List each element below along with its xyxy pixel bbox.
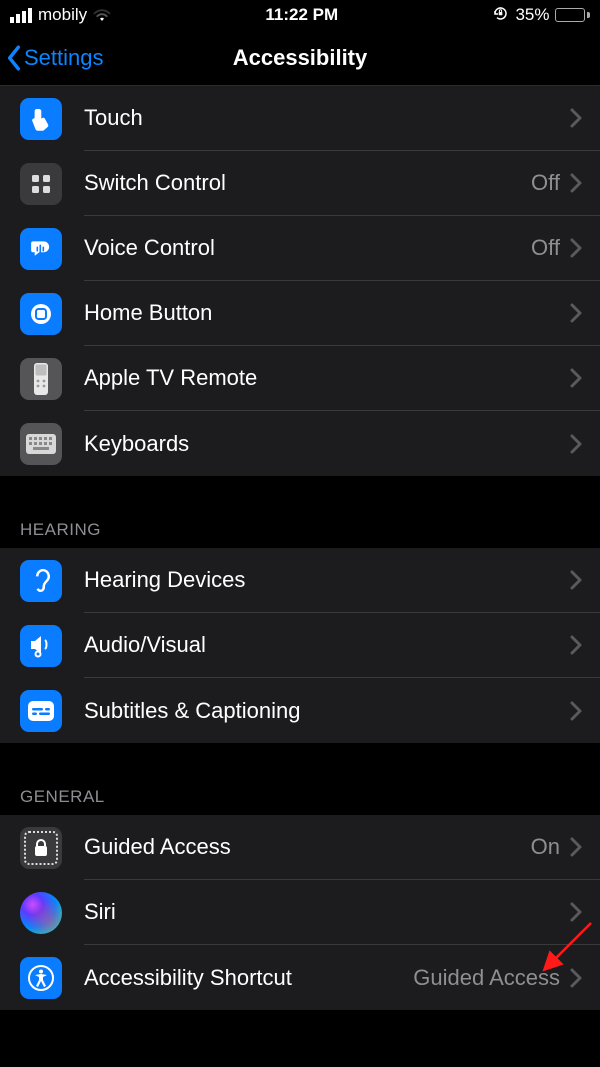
section-hearing: HEARING Hearing Devices Au — [0, 510, 600, 743]
row-label: Voice Control — [84, 235, 531, 261]
voice-control-icon — [20, 228, 62, 270]
chevron-right-icon — [570, 902, 582, 922]
row-guided-access[interactable]: Guided Access On — [0, 815, 600, 880]
row-label: Home Button — [84, 300, 570, 326]
battery-percent: 35% — [515, 5, 549, 25]
row-subtitles-captioning[interactable]: Subtitles & Captioning — [0, 678, 600, 743]
row-value: Off — [531, 235, 560, 261]
chevron-right-icon — [570, 173, 582, 193]
hearing-devices-icon — [20, 560, 62, 602]
row-voice-control[interactable]: Voice Control Off — [0, 216, 600, 281]
apple-tv-remote-icon — [20, 358, 62, 400]
chevron-right-icon — [570, 701, 582, 721]
row-touch[interactable]: Touch — [0, 86, 600, 151]
row-apple-tv-remote[interactable]: Apple TV Remote — [0, 346, 600, 411]
nav-bar: Settings Accessibility — [0, 30, 600, 86]
touch-icon — [20, 98, 62, 140]
row-label: Hearing Devices — [84, 567, 570, 593]
row-value: Guided Access — [413, 965, 560, 991]
row-label: Audio/Visual — [84, 632, 570, 658]
status-left: mobily — [10, 5, 111, 25]
row-label: Touch — [84, 105, 570, 131]
carrier-label: mobily — [38, 5, 87, 25]
chevron-right-icon — [570, 570, 582, 590]
chevron-right-icon — [570, 303, 582, 323]
row-value: Off — [531, 170, 560, 196]
guided-access-icon — [20, 827, 62, 869]
keyboards-icon — [20, 423, 62, 465]
signal-icon — [10, 8, 32, 23]
siri-icon — [20, 892, 62, 934]
home-button-icon — [20, 293, 62, 335]
row-label: Keyboards — [84, 431, 570, 457]
chevron-right-icon — [570, 635, 582, 655]
status-time: 11:22 PM — [265, 5, 338, 25]
chevron-right-icon — [570, 368, 582, 388]
row-audio-visual[interactable]: Audio/Visual — [0, 613, 600, 678]
status-right: 35% — [492, 5, 590, 26]
row-label: Subtitles & Captioning — [84, 698, 570, 724]
list-group: Hearing Devices Audio/Visual — [0, 548, 600, 743]
row-hearing-devices[interactable]: Hearing Devices — [0, 548, 600, 613]
section-physical-motor: Touch Switch Control Off — [0, 86, 600, 476]
battery-icon — [555, 8, 590, 22]
section-header-hearing: HEARING — [0, 510, 600, 548]
section-general: GENERAL Guided Access On Siri — [0, 777, 600, 1010]
row-label: Siri — [84, 899, 570, 925]
wifi-icon — [93, 8, 111, 22]
back-label: Settings — [24, 45, 104, 71]
section-header-general: GENERAL — [0, 777, 600, 815]
audio-visual-icon — [20, 625, 62, 667]
row-accessibility-shortcut[interactable]: Accessibility Shortcut Guided Access — [0, 945, 600, 1010]
row-label: Switch Control — [84, 170, 531, 196]
chevron-right-icon — [570, 837, 582, 857]
chevron-right-icon — [570, 108, 582, 128]
row-label: Guided Access — [84, 834, 531, 860]
row-label: Apple TV Remote — [84, 365, 570, 391]
page-title: Accessibility — [233, 45, 368, 71]
row-value: On — [531, 834, 560, 860]
list-group: Touch Switch Control Off — [0, 86, 600, 476]
list-group: Guided Access On Siri — [0, 815, 600, 1010]
chevron-right-icon — [570, 434, 582, 454]
subtitles-icon — [20, 690, 62, 732]
row-siri[interactable]: Siri — [0, 880, 600, 945]
chevron-right-icon — [570, 968, 582, 988]
row-home-button[interactable]: Home Button — [0, 281, 600, 346]
row-keyboards[interactable]: Keyboards — [0, 411, 600, 476]
back-button[interactable]: Settings — [6, 30, 104, 85]
row-label: Accessibility Shortcut — [84, 965, 413, 991]
switch-control-icon — [20, 163, 62, 205]
orientation-lock-icon — [492, 5, 509, 26]
row-switch-control[interactable]: Switch Control Off — [0, 151, 600, 216]
chevron-left-icon — [6, 45, 22, 71]
status-bar: mobily 11:22 PM 35% — [0, 0, 600, 30]
chevron-right-icon — [570, 238, 582, 258]
accessibility-icon — [20, 957, 62, 999]
